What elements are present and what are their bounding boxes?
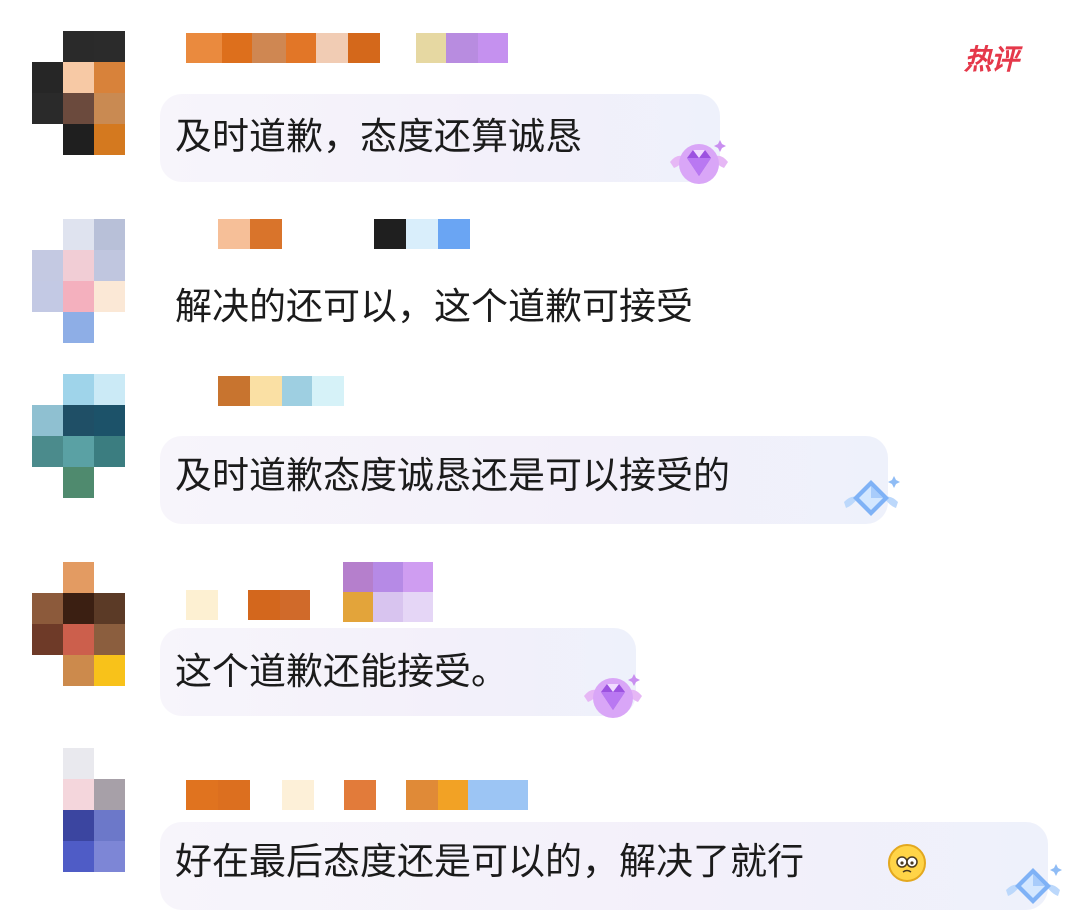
- comment-text: 及时道歉态度诚恳还是可以接受的: [175, 454, 730, 497]
- username[interactable]: [172, 590, 342, 620]
- nervous-sweat-emoji-icon: [888, 844, 926, 882]
- comment-text: 好在最后态度还是可以的，解决了就行: [175, 840, 804, 883]
- username-badge: [343, 562, 433, 622]
- avatar[interactable]: [32, 31, 126, 155]
- blue-gem-medal-icon: [1006, 864, 1062, 904]
- username[interactable]: [172, 376, 344, 406]
- comment-item[interactable]: 及时道歉，态度还算诚恳: [0, 0, 1080, 190]
- avatar[interactable]: [32, 562, 126, 686]
- avatar[interactable]: [32, 374, 126, 498]
- comment-item[interactable]: 及时道歉态度诚恳还是可以接受的: [0, 360, 1080, 540]
- purple-gem-medal-icon: [670, 140, 728, 184]
- comment-item[interactable]: 这个道歉还能接受。: [0, 540, 1080, 740]
- avatar[interactable]: [32, 219, 126, 343]
- username[interactable]: [172, 33, 508, 63]
- comment-item[interactable]: 好在最后态度还是可以的，解决了就行: [0, 740, 1080, 923]
- comment-text: 这个道歉还能接受。: [175, 650, 508, 693]
- purple-gem-medal-icon: [584, 674, 642, 718]
- comment-text: 及时道歉，态度还算诚恳: [175, 115, 582, 158]
- avatar[interactable]: [32, 748, 126, 872]
- username[interactable]: [172, 780, 528, 810]
- comment-item[interactable]: 解决的还可以，这个道歉可接受: [0, 190, 1080, 360]
- username[interactable]: [172, 219, 470, 249]
- blue-gem-medal-icon: [844, 476, 900, 516]
- hot-comments-screen: 热评 及时道歉，态度还算诚恳 解决的还可以，这个道歉可接受 及时道歉态度诚恳还是…: [0, 0, 1080, 923]
- comment-text: 解决的还可以，这个道歉可接受: [175, 285, 693, 328]
